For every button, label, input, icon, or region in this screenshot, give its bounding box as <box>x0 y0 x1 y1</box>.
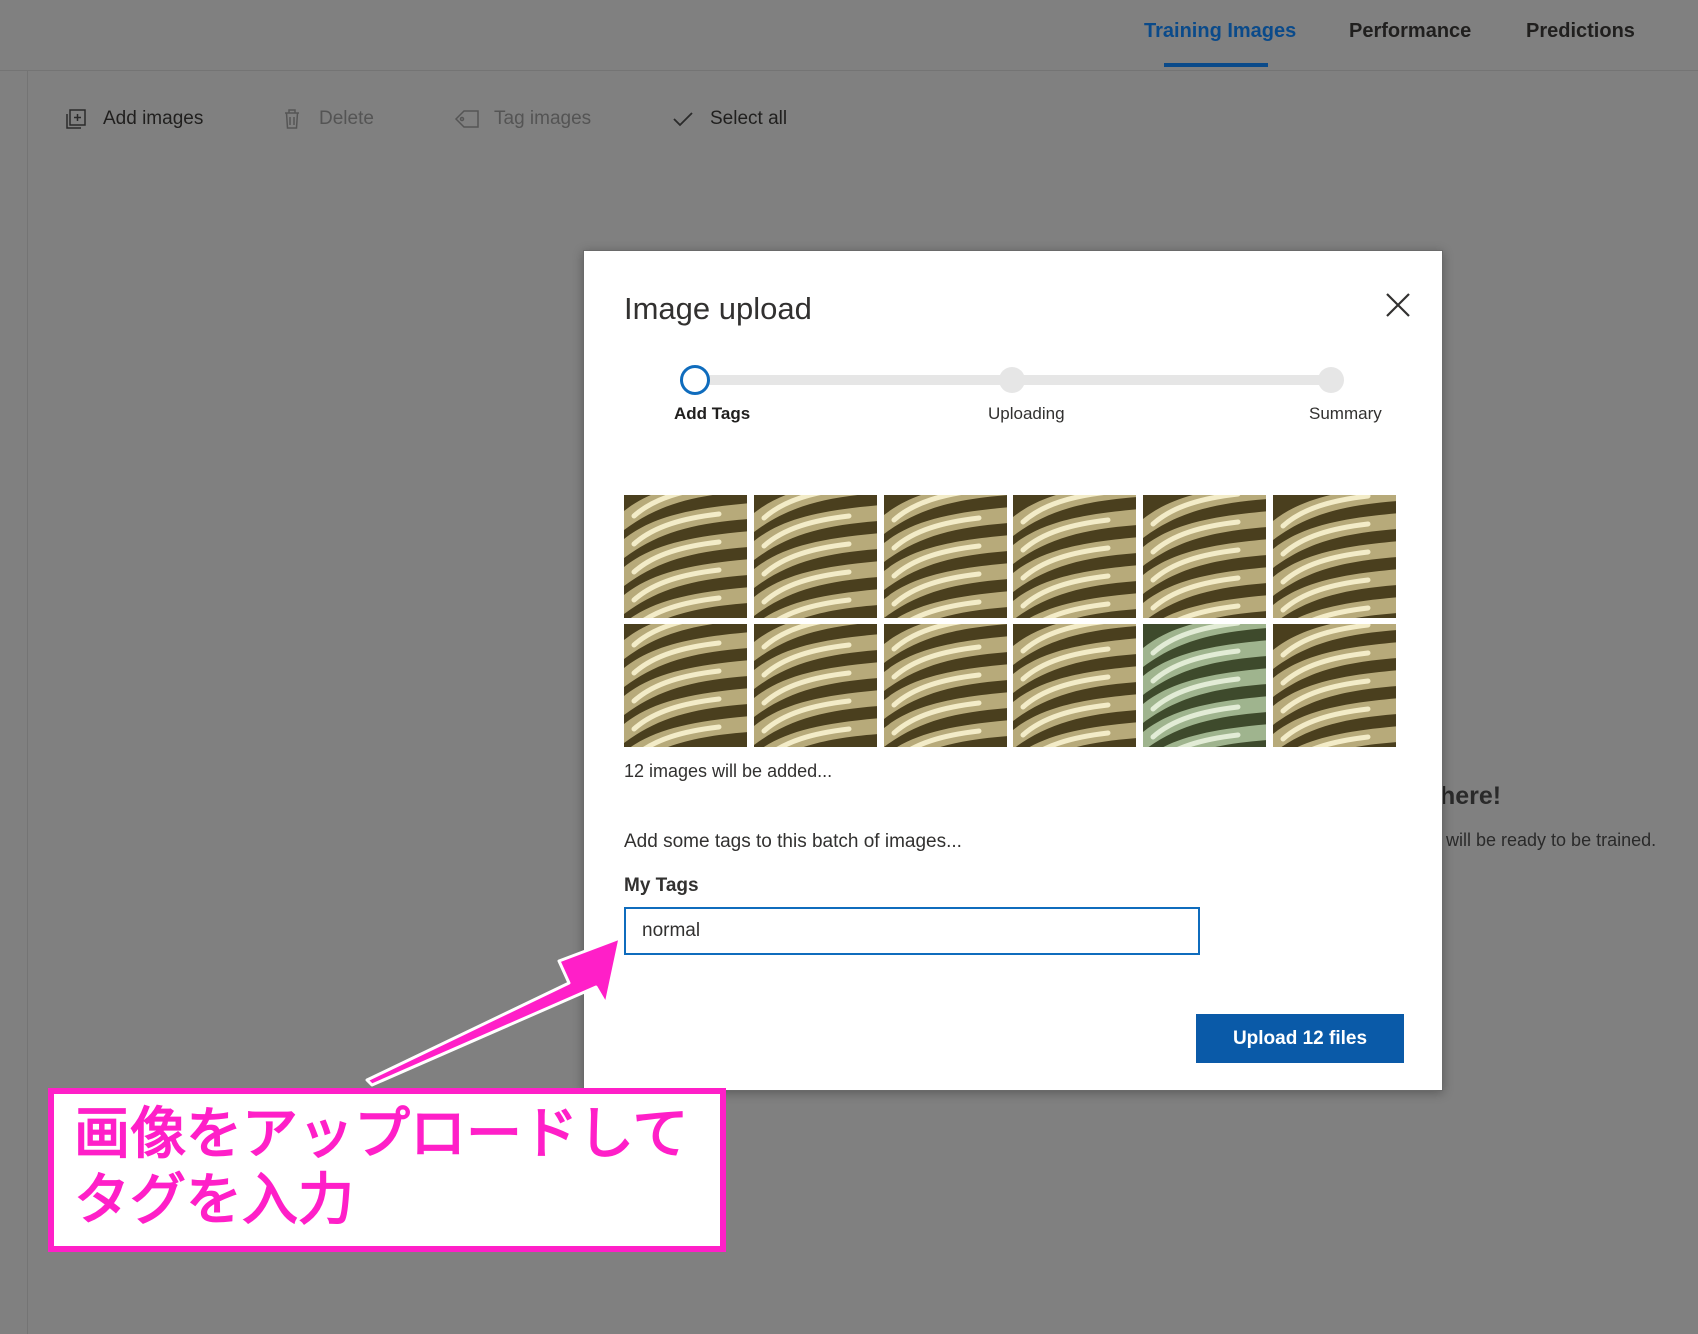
image-thumbnail <box>753 495 877 618</box>
close-icon[interactable] <box>1382 289 1414 321</box>
left-rail-divider <box>27 71 28 1334</box>
empty-state-text: will be ready to be trained. <box>1446 830 1657 850</box>
step-node-uploading <box>999 367 1025 393</box>
image-thumbnail <box>1143 495 1267 618</box>
image-thumbnail <box>1272 624 1396 747</box>
my-tags-input[interactable] <box>624 907 1200 955</box>
annotation-line-2: タグを入力 <box>74 1168 354 1233</box>
step-node-add-tags <box>680 365 710 395</box>
tags-prompt: Add some tags to this batch of images... <box>624 831 962 852</box>
checkmark-icon <box>670 106 696 132</box>
step-label-summary: Summary <box>1309 404 1382 423</box>
annotation-arrow <box>365 936 622 1087</box>
annotation-line-1: 画像をアップロードして <box>74 1102 689 1167</box>
delete-label: Delete <box>319 108 374 129</box>
image-thumbnail <box>753 624 877 747</box>
step-label-uploading: Uploading <box>988 404 1065 423</box>
trash-icon <box>279 106 305 132</box>
image-thumbnail <box>624 495 747 618</box>
select-all-button[interactable]: Select all <box>670 106 787 132</box>
tag-images-button[interactable]: Tag images <box>454 106 591 132</box>
annotation-callout: 画像をアップロードして タグを入力 <box>48 1088 726 1252</box>
tab-training-images[interactable]: Training Images <box>1144 20 1296 43</box>
image-upload-dialog: Image upload Add Tags Uploading Summary … <box>583 250 1443 1091</box>
image-thumbnail <box>1013 624 1137 747</box>
upload-files-button[interactable]: Upload 12 files <box>1196 1014 1404 1063</box>
active-tab-indicator <box>1164 63 1268 67</box>
image-thumbnail <box>883 495 1007 618</box>
select-all-label: Select all <box>710 108 788 129</box>
my-tags-label: My Tags <box>624 875 699 896</box>
image-thumbnail <box>1013 495 1137 618</box>
add-image-icon <box>63 106 89 132</box>
top-navigation-bar: Training Images Performance Predictions <box>0 0 1698 71</box>
image-thumbnail <box>883 624 1007 747</box>
tag-icon <box>454 106 480 132</box>
dialog-title: Image upload <box>624 291 812 326</box>
image-count-text: 12 images will be added... <box>624 761 833 781</box>
empty-state-heading: here! <box>1440 782 1502 810</box>
tab-predictions[interactable]: Predictions <box>1526 20 1635 43</box>
image-thumbnail <box>624 624 747 747</box>
tab-performance[interactable]: Performance <box>1349 20 1471 43</box>
delete-button[interactable]: Delete <box>279 106 374 132</box>
thumbnail-grid <box>624 495 1396 747</box>
step-label-add-tags: Add Tags <box>674 404 751 423</box>
add-images-label: Add images <box>103 108 204 129</box>
tag-images-label: Tag images <box>494 108 592 129</box>
image-thumbnail <box>1143 624 1267 747</box>
add-images-button[interactable]: Add images <box>63 106 203 132</box>
image-thumbnail <box>1272 495 1396 618</box>
step-node-summary <box>1318 367 1344 393</box>
